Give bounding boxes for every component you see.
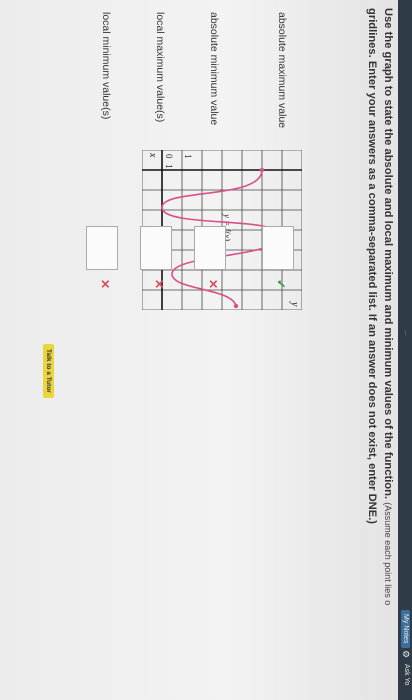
curve-endpoint-start bbox=[259, 167, 265, 173]
top-toolbar: ... My Notes ⚙ Ask Yo bbox=[398, 0, 412, 700]
answer-label-abs-min: absolute minimum value bbox=[208, 12, 220, 126]
question-text: Use the graph to state the absolute and … bbox=[382, 8, 394, 500]
graph-y-axis-label: y bbox=[289, 301, 300, 307]
answer-label-local-max: local maximum value(s) bbox=[154, 12, 166, 123]
cross-icon: ✕ bbox=[206, 279, 220, 290]
pager-text: ... bbox=[403, 330, 410, 336]
screenshot-stage: ... My Notes ⚙ Ask Yo Use the graph to s… bbox=[0, 0, 412, 700]
graph-tick-x: 1 bbox=[164, 164, 174, 169]
answer-label-local-min: local minimum value(s) bbox=[100, 12, 112, 120]
gear-icon[interactable]: ⚙ bbox=[400, 650, 411, 658]
question-page: ... My Notes ⚙ Ask Yo Use the graph to s… bbox=[0, 0, 412, 700]
graph-origin-label: 0 bbox=[164, 154, 174, 159]
question-prompt: Use the graph to state the absolute and … bbox=[364, 8, 396, 698]
cross-icon: ✕ bbox=[98, 279, 112, 290]
graph-tick-y: 1 bbox=[183, 154, 193, 159]
local-max-input[interactable] bbox=[140, 226, 172, 270]
question-text-line2: gridlines. Enter your answers as a comma… bbox=[366, 8, 378, 525]
answer-label-abs-max: absolute maximum value bbox=[276, 12, 288, 129]
my-notes-button[interactable]: My Notes bbox=[401, 610, 410, 648]
cross-icon: ✕ bbox=[152, 279, 166, 290]
graph-x-axis-label: x bbox=[147, 152, 158, 158]
abs-min-input[interactable] bbox=[194, 226, 226, 270]
local-min-input[interactable] bbox=[86, 226, 118, 270]
question-hint: (Assume each point lies o bbox=[383, 502, 393, 606]
abs-max-input[interactable] bbox=[262, 226, 294, 270]
ask-your-teacher-button[interactable]: Ask Yo bbox=[403, 664, 410, 685]
talk-to-tutor-button[interactable]: Talk to a Tutor bbox=[43, 344, 54, 398]
check-icon: ✓ bbox=[274, 279, 288, 290]
curve-endpoint-end bbox=[233, 303, 239, 309]
